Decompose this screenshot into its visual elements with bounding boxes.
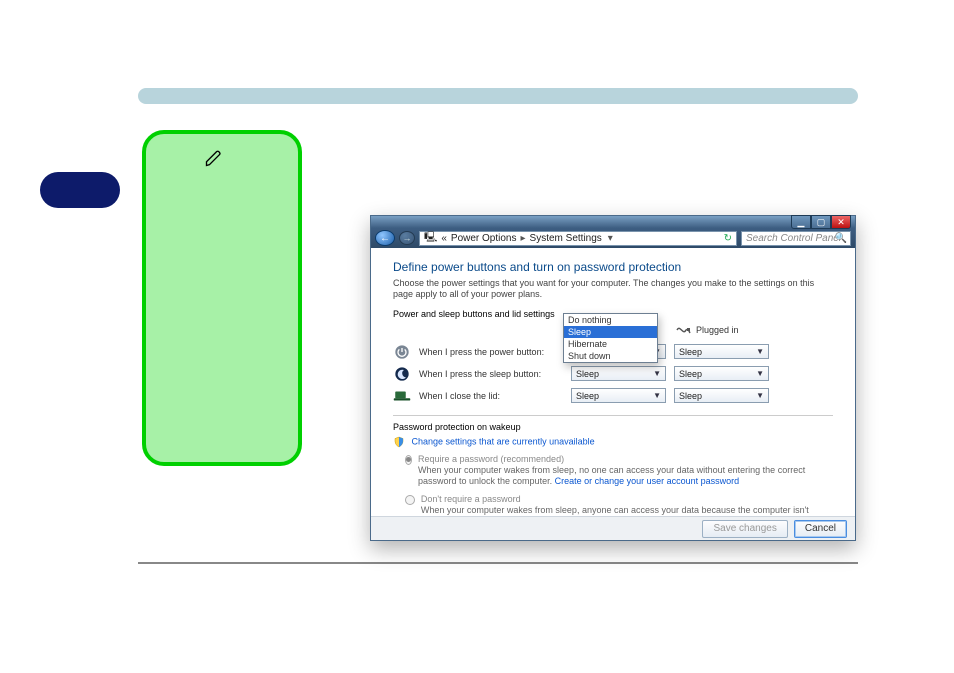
label-sleep-button: When I press the sleep button:: [419, 369, 563, 379]
arrow-left-icon: ←: [380, 233, 390, 244]
dialog-footer: Save changes Cancel: [371, 516, 855, 540]
radio-label-dont-require: Don't require a password: [421, 494, 521, 504]
page-bottom-divider: [138, 562, 858, 564]
refresh-icon[interactable]: ↻: [724, 233, 732, 244]
dropdown-value: Sleep: [679, 391, 702, 401]
chevron-down-icon: ▼: [653, 391, 661, 400]
content-area: Define power buttons and turn on passwor…: [371, 248, 855, 516]
moon-icon: [393, 365, 411, 383]
nav-forward-button[interactable]: →: [399, 231, 415, 245]
radio-require-password: Require a password (recommended) When yo…: [405, 454, 833, 488]
row-sleep-button: When I press the sleep button: Sleep ▼ S…: [393, 365, 833, 383]
col-plugged-in: Plugged in: [696, 325, 739, 335]
chevron-down-icon: ▼: [756, 391, 764, 400]
laptop-lid-icon: [393, 387, 411, 405]
dropdown-value: Sleep: [576, 369, 599, 379]
breadcrumb-item-system-settings[interactable]: System Settings: [530, 233, 602, 244]
dropdown-power-battery-list[interactable]: Do nothing Sleep Hibernate Shut down: [563, 313, 658, 363]
nav-back-button[interactable]: ←: [375, 230, 395, 246]
section-divider: [393, 415, 833, 416]
radio-desc-dont-require: When your computer wakes from sleep, any…: [421, 505, 833, 516]
page-description: Choose the power settings that you want …: [393, 278, 833, 301]
side-marker-pill: [40, 172, 120, 208]
chevron-down-icon: ▼: [653, 369, 661, 378]
dropdown-option-shut-down[interactable]: Shut down: [564, 350, 657, 362]
section-password-protection: Password protection on wakeup: [393, 422, 833, 432]
chevron-right-icon: ▸: [521, 233, 526, 244]
dropdown-value: Sleep: [679, 347, 702, 357]
dropdown-lid-battery[interactable]: Sleep ▼: [571, 388, 666, 403]
cancel-button[interactable]: Cancel: [794, 520, 847, 538]
chevron-down-icon[interactable]: ▾: [608, 233, 613, 244]
link-change-unavailable-settings[interactable]: Change settings that are currently unava…: [412, 436, 595, 446]
label-close-lid: When I close the lid:: [419, 391, 563, 401]
power-icon: [393, 343, 411, 361]
dropdown-value: Sleep: [576, 391, 599, 401]
window-maximize-button[interactable]: ▢: [811, 215, 831, 229]
radio-input-dont-require: [405, 495, 415, 505]
page-top-divider: [138, 88, 858, 104]
save-changes-button[interactable]: Save changes: [702, 520, 787, 538]
radio-input-require: [405, 455, 412, 465]
pencil-icon: [204, 148, 224, 168]
dropdown-option-sleep[interactable]: Sleep: [564, 326, 657, 338]
search-icon: 🔍: [835, 233, 847, 244]
window-minimize-button[interactable]: ▁: [791, 215, 811, 229]
dropdown-value: Sleep: [679, 369, 702, 379]
search-placeholder: Search Control Panel: [746, 233, 841, 244]
label-power-button: When I press the power button:: [419, 347, 563, 357]
plug-icon: [676, 325, 692, 335]
chevron-down-icon: ▼: [756, 347, 764, 356]
chevron-down-icon: ▼: [756, 369, 764, 378]
arrow-right-icon: →: [403, 233, 412, 243]
dropdown-lid-plugged[interactable]: Sleep ▼: [674, 388, 769, 403]
dropdown-option-hibernate[interactable]: Hibernate: [564, 338, 657, 350]
row-close-lid: When I close the lid: Sleep ▼ Sleep ▼: [393, 387, 833, 405]
breadcrumb-root-icon: 🖳: [424, 230, 437, 247]
dropdown-power-plugged[interactable]: Sleep ▼: [674, 344, 769, 359]
radio-dont-require-password: Don't require a password When your compu…: [405, 494, 833, 516]
page-title: Define power buttons and turn on passwor…: [393, 260, 833, 274]
radio-desc-require: When your computer wakes from sleep, no …: [418, 465, 833, 488]
dropdown-option-do-nothing[interactable]: Do nothing: [564, 314, 657, 326]
breadcrumb[interactable]: 🖳 « Power Options ▸ System Settings ▾ ↻: [419, 231, 737, 246]
address-bar: ← → 🖳 « Power Options ▸ System Settings …: [371, 228, 855, 248]
window-close-button[interactable]: ✕: [831, 215, 851, 229]
link-create-change-password[interactable]: Create or change your user account passw…: [555, 476, 740, 486]
note-annotation-box: [142, 130, 302, 466]
dropdown-sleep-plugged[interactable]: Sleep ▼: [674, 366, 769, 381]
power-options-window: ▁ ▢ ✕ ← → 🖳 « Power Options ▸ System Set…: [370, 215, 856, 541]
radio-label-require: Require a password (recommended): [418, 454, 564, 464]
dropdown-sleep-battery[interactable]: Sleep ▼: [571, 366, 666, 381]
breadcrumb-item-power-options[interactable]: Power Options: [451, 233, 517, 244]
window-titlebar[interactable]: ▁ ▢ ✕: [371, 216, 855, 228]
search-input[interactable]: Search Control Panel 🔍: [741, 231, 851, 246]
shield-icon: [393, 436, 405, 448]
breadcrumb-root-glyph: «: [441, 233, 447, 244]
